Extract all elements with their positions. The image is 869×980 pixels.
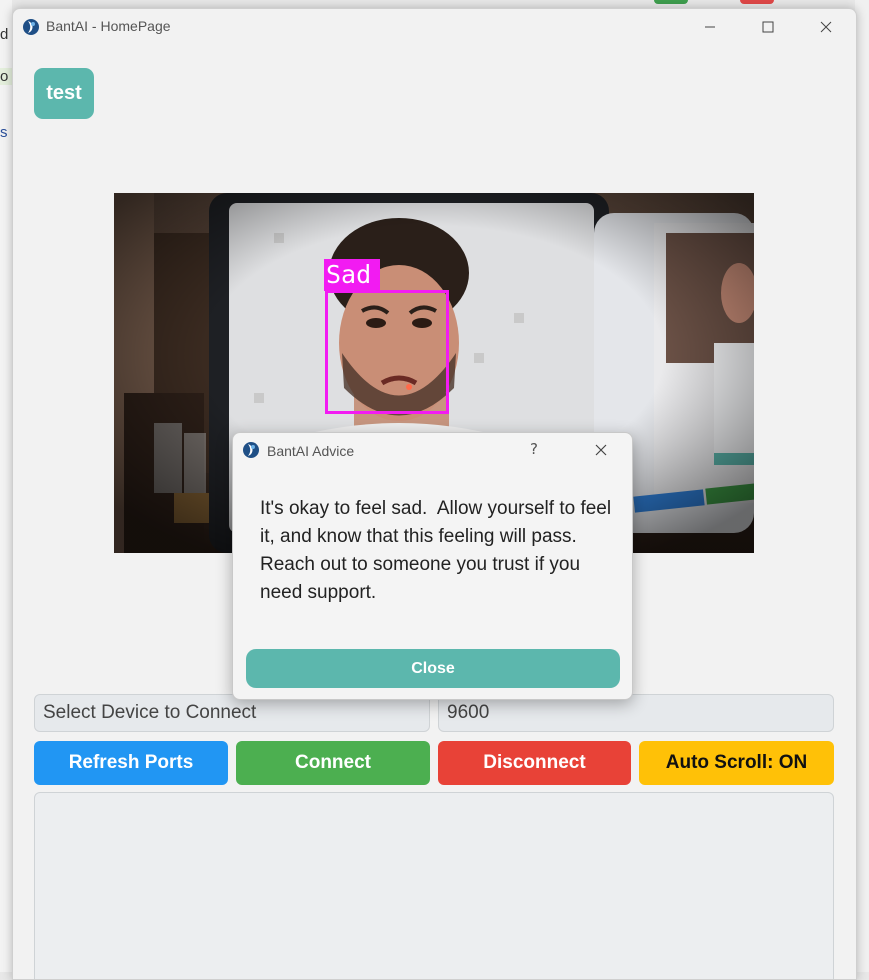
refresh-ports-button[interactable]: Refresh Ports	[34, 741, 228, 785]
emotion-label: Sad	[324, 259, 380, 291]
maximize-button[interactable]	[745, 9, 791, 45]
test-button[interactable]: test	[34, 68, 94, 119]
minimize-icon	[705, 26, 715, 28]
advice-message: It's okay to feel sad. Allow yourself to…	[260, 498, 617, 603]
help-button[interactable]: ?	[530, 440, 538, 458]
bantai-logo-icon	[243, 442, 259, 458]
close-window-button[interactable]	[803, 9, 849, 45]
background-fragment: d	[0, 26, 9, 43]
face-detection-box	[325, 290, 449, 414]
close-icon	[820, 21, 832, 33]
background-tab-red	[740, 0, 774, 4]
disconnect-button[interactable]: Disconnect	[438, 741, 631, 785]
dialog-title: BantAI Advice	[267, 443, 355, 459]
maximize-icon	[762, 21, 774, 33]
minimize-button[interactable]	[687, 9, 733, 45]
close-button[interactable]: Close	[246, 649, 620, 688]
background-desktop-left	[0, 0, 12, 972]
title-bar[interactable]: BantAI - HomePage	[13, 9, 856, 45]
auto-scroll-toggle[interactable]: Auto Scroll: ON	[639, 741, 834, 785]
dialog-close-button[interactable]	[590, 439, 612, 461]
background-fragment: s	[0, 124, 8, 141]
background-tab-green	[654, 0, 688, 4]
connect-button[interactable]: Connect	[236, 741, 430, 785]
window-title: BantAI - HomePage	[46, 18, 171, 34]
advice-dialog: BantAI Advice ? It's okay to feel sad. A…	[232, 432, 633, 700]
background-fragment: o	[0, 68, 12, 85]
serial-log-area[interactable]	[34, 792, 834, 979]
background-desktop-right	[855, 0, 869, 972]
close-icon	[595, 444, 607, 456]
bantai-logo-icon	[23, 19, 39, 35]
